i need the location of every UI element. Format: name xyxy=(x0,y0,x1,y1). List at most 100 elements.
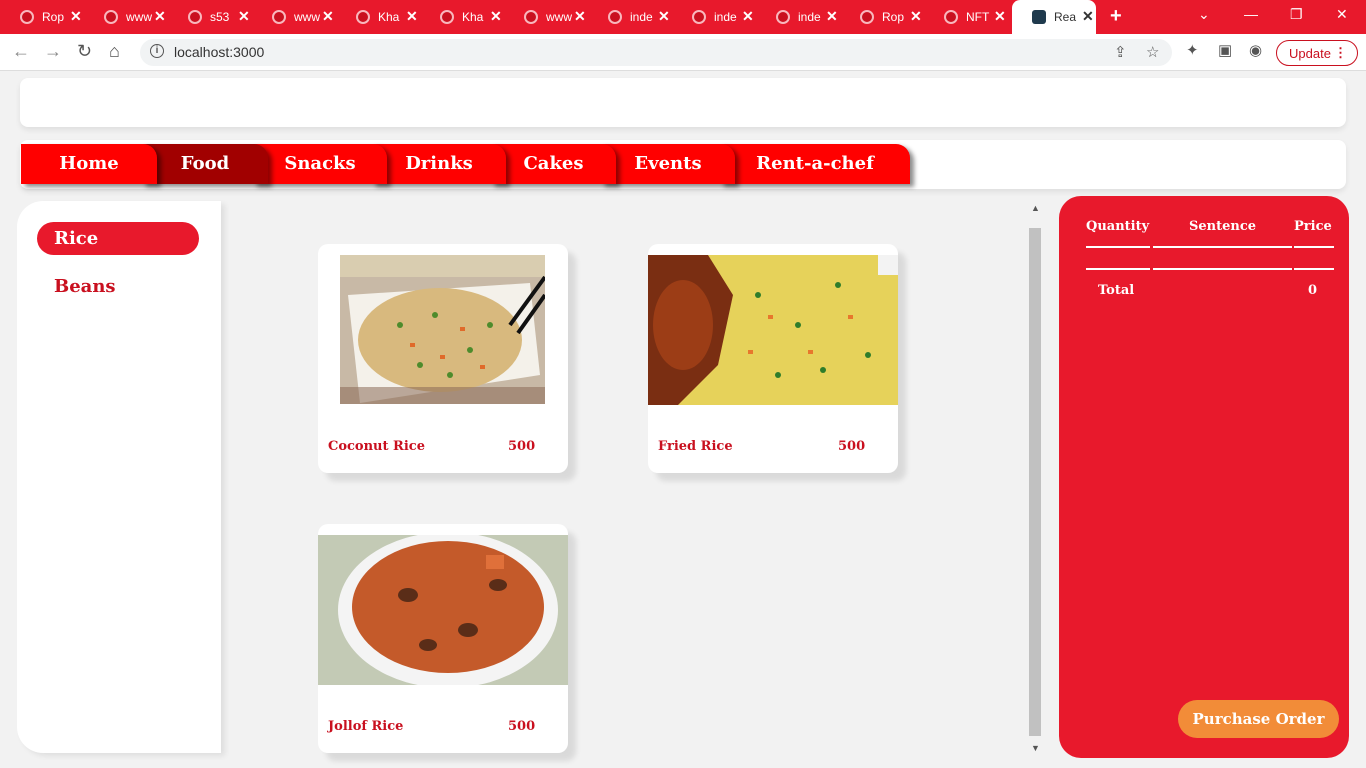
order-cart: Quantity Sentence Price Total 0 Purchase… xyxy=(1059,196,1349,758)
nav-rent-a-chef[interactable]: Rent-a-chef xyxy=(720,144,910,184)
browser-tab[interactable]: NFT ✕ xyxy=(924,0,1008,34)
divider xyxy=(1153,268,1292,270)
home-icon[interactable]: ⌂ xyxy=(109,41,120,62)
jollof-rice-image xyxy=(318,535,568,685)
divider xyxy=(1086,268,1150,270)
close-icon[interactable]: ✕ xyxy=(70,8,82,25)
close-icon[interactable]: ✕ xyxy=(574,8,586,25)
browser-tab[interactable]: www ✕ xyxy=(504,0,588,34)
browser-tab[interactable]: Rop ✕ xyxy=(0,0,84,34)
menu-icon[interactable]: ⋮ xyxy=(1334,45,1347,61)
globe-icon xyxy=(608,10,622,24)
category-sidebar: Rice Beans xyxy=(17,201,221,753)
browser-tab[interactable]: www ✕ xyxy=(84,0,168,34)
purchase-order-button[interactable]: Purchase Order xyxy=(1178,700,1339,738)
minimize-icon[interactable]: — xyxy=(1244,6,1258,22)
close-icon[interactable]: ✕ xyxy=(826,8,838,25)
scroll-up-icon[interactable]: ▲ xyxy=(1031,203,1040,213)
nav-home[interactable]: Home xyxy=(21,144,157,184)
info-icon[interactable]: i xyxy=(150,44,164,58)
product-price: 500 xyxy=(508,719,536,734)
nav-food[interactable]: Food xyxy=(142,144,268,184)
close-icon[interactable]: ✕ xyxy=(994,8,1006,25)
close-icon[interactable]: ✕ xyxy=(658,8,670,25)
browser-tab[interactable]: Kha ✕ xyxy=(336,0,420,34)
forward-icon[interactable]: → xyxy=(44,41,62,62)
browser-tab-active[interactable]: Rea ✕ xyxy=(1012,0,1096,34)
scrollbar-thumb[interactable] xyxy=(1029,228,1041,736)
page-header xyxy=(20,78,1346,127)
globe-icon xyxy=(776,10,790,24)
reload-icon[interactable]: ↻ xyxy=(77,41,92,62)
close-icon[interactable]: ✕ xyxy=(490,8,502,25)
category-beans[interactable]: Beans xyxy=(37,270,199,303)
new-tab-button[interactable]: + xyxy=(1110,5,1122,28)
share-icon[interactable]: ⇪ xyxy=(1114,43,1127,61)
close-icon[interactable]: ✕ xyxy=(910,8,922,25)
close-icon[interactable]: ✕ xyxy=(742,8,754,25)
product-name: Coconut Rice xyxy=(328,439,425,454)
nav-snacks[interactable]: Snacks xyxy=(253,144,387,184)
scroll-down-icon[interactable]: ▼ xyxy=(1031,743,1040,753)
browser-tab[interactable]: s53 ✕ xyxy=(168,0,252,34)
browser-toolbar: ← → ↻ ⌂ i localhost:3000 ⇪ ☆ xyxy=(0,34,1366,71)
fried-rice-image xyxy=(648,255,898,405)
cart-total-value: 0 xyxy=(1308,283,1318,298)
coconut-rice-image xyxy=(340,255,545,404)
nav-drinks[interactable]: Drinks xyxy=(372,144,506,184)
globe-icon xyxy=(692,10,706,24)
globe-icon xyxy=(440,10,454,24)
back-icon[interactable]: ← xyxy=(12,41,30,62)
browser-tab[interactable]: inde ✕ xyxy=(672,0,756,34)
tab-search-icon[interactable]: ⌄ xyxy=(1198,6,1210,23)
browser-tab-strip: Rop ✕ www ✕ s53 ✕ www ✕ Kha ✕ Kha ✕ www ✕ inde ✕… xyxy=(0,0,1366,34)
content-scrollbar[interactable]: ▲ ▼ xyxy=(1028,203,1042,753)
address-bar[interactable]: i localhost:3000 ⇪ ☆ xyxy=(140,39,1172,66)
url-text: localhost:3000 xyxy=(174,44,265,60)
close-icon[interactable]: ✕ xyxy=(1082,8,1094,25)
globe-icon xyxy=(860,10,874,24)
divider xyxy=(1294,268,1334,270)
product-card[interactable]: Jollof Rice 500 xyxy=(318,524,568,753)
product-card[interactable]: Fried Rice 500 xyxy=(648,244,898,473)
browser-tab[interactable]: Kha ✕ xyxy=(420,0,504,34)
close-icon[interactable]: ✕ xyxy=(238,8,250,25)
nav-cakes[interactable]: Cakes xyxy=(491,144,616,184)
globe-icon xyxy=(20,10,34,24)
restore-icon[interactable]: ❐ xyxy=(1290,6,1303,23)
product-price: 500 xyxy=(838,439,866,454)
cart-header-price: Price xyxy=(1294,219,1332,234)
close-icon[interactable]: ✕ xyxy=(154,8,166,25)
profile-icon[interactable]: ◉ xyxy=(1249,41,1262,59)
product-name: Fried Rice xyxy=(658,439,733,454)
react-icon xyxy=(1032,10,1046,24)
close-icon[interactable]: ✕ xyxy=(322,8,334,25)
extensions-icon[interactable]: ✦ xyxy=(1186,41,1199,59)
globe-icon xyxy=(944,10,958,24)
close-icon[interactable]: ✕ xyxy=(406,8,418,25)
globe-icon xyxy=(356,10,370,24)
cart-header-sentence: Sentence xyxy=(1189,219,1257,234)
cart-total-label: Total xyxy=(1098,283,1135,298)
globe-icon xyxy=(188,10,202,24)
browser-tab[interactable]: inde ✕ xyxy=(588,0,672,34)
category-rice[interactable]: Rice xyxy=(37,222,199,255)
product-price: 500 xyxy=(508,439,536,454)
globe-icon xyxy=(104,10,118,24)
star-icon[interactable]: ☆ xyxy=(1146,43,1159,61)
close-window-icon[interactable]: ✕ xyxy=(1336,6,1348,23)
divider xyxy=(1294,246,1334,248)
side-panel-icon[interactable]: ▣ xyxy=(1218,41,1232,59)
globe-icon xyxy=(272,10,286,24)
product-card[interactable]: Coconut Rice 500 xyxy=(318,244,568,473)
nav-events[interactable]: Events xyxy=(601,144,735,184)
update-button[interactable]: Update ⋮ xyxy=(1276,40,1358,66)
divider xyxy=(1086,246,1150,248)
product-name: Jollof Rice xyxy=(328,719,404,734)
browser-tab[interactable]: www ✕ xyxy=(252,0,336,34)
cart-header-quantity: Quantity xyxy=(1086,219,1150,234)
browser-tab[interactable]: Rop ✕ xyxy=(840,0,924,34)
browser-tab[interactable]: inde ✕ xyxy=(756,0,840,34)
globe-icon xyxy=(524,10,538,24)
divider xyxy=(1153,246,1292,248)
